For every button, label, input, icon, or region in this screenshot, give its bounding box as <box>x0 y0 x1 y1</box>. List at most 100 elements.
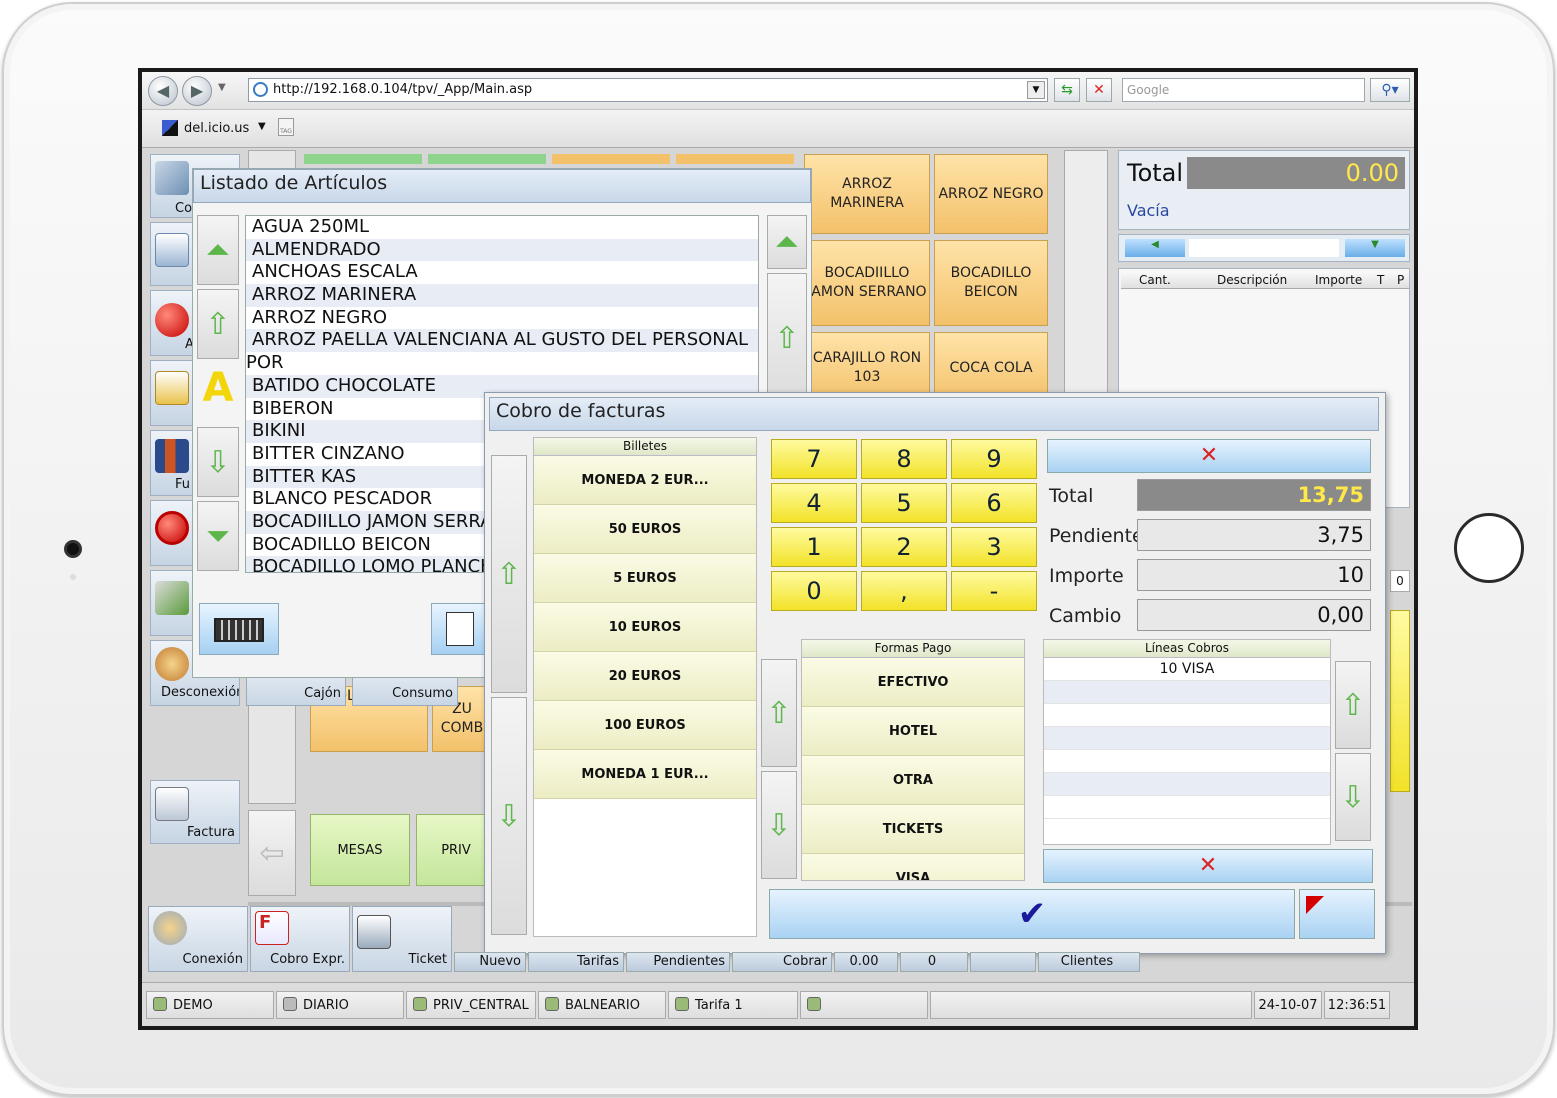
billete-button[interactable]: MONEDA 2 EUR... <box>534 456 756 505</box>
forma-pago-button[interactable]: TICKETS <box>802 805 1024 854</box>
delete-line-button[interactable]: ✕ <box>1043 849 1373 883</box>
forward-icon[interactable]: ▶ <box>182 76 212 106</box>
list-item[interactable]: ARROZ NEGRO <box>246 307 758 330</box>
keypad-key[interactable]: 6 <box>951 483 1037 523</box>
list-item[interactable]: ARROZ PAELLA VALENCIANA AL GUSTO DEL PER… <box>246 329 758 353</box>
formas-down-icon[interactable]: ⇩ <box>761 771 797 879</box>
mesas-button[interactable]: MESAS <box>310 814 410 886</box>
product-tile[interactable]: ARROZ MARINERA <box>804 154 930 234</box>
billete-button[interactable]: 5 EUROS <box>534 554 756 603</box>
bookmark-dropdown-icon[interactable]: ▼ <box>258 121 266 132</box>
billete-button[interactable]: 20 EUROS <box>534 652 756 701</box>
clear-amount-button[interactable]: ✕ <box>1047 439 1371 473</box>
billetes-up-icon[interactable]: ⇧ <box>491 455 527 693</box>
keypad-key[interactable]: 3 <box>951 527 1037 567</box>
products-scroller[interactable] <box>1064 150 1108 400</box>
tag-icon[interactable]: TAG <box>278 118 294 136</box>
category-tab[interactable] <box>676 154 794 164</box>
table-row[interactable] <box>1044 681 1330 704</box>
keypad-key[interactable]: 8 <box>861 439 947 479</box>
conexion-button[interactable]: Conexión <box>148 906 248 972</box>
copy-button[interactable] <box>431 603 491 655</box>
cobro-expr-button[interactable]: F Cobro Expr. <box>250 906 350 972</box>
lineas-down-icon[interactable]: ⇩ <box>1335 753 1371 841</box>
bottom-tab[interactable]: 0.00 <box>834 952 898 972</box>
billete-button[interactable]: 10 EUROS <box>534 603 756 652</box>
bottom-tab[interactable]: Nuevo <box>454 952 526 972</box>
category-tab[interactable] <box>428 154 546 164</box>
scroll-up-icon[interactable]: ⇧ <box>197 289 239 359</box>
lineas-up-icon[interactable]: ⇧ <box>1335 661 1371 749</box>
search-icon[interactable]: ⚲▾ <box>1370 78 1410 102</box>
bottom-tab[interactable]: 0 <box>900 952 968 972</box>
ticket-prev-icon[interactable]: ◀ <box>1125 239 1185 257</box>
table-row[interactable] <box>1044 796 1330 819</box>
bottom-tab[interactable] <box>970 952 1036 972</box>
keypad-key[interactable]: 9 <box>951 439 1037 479</box>
list-up-icon[interactable]: ⇧ <box>767 273 807 403</box>
table-row[interactable]: 10 VISA <box>1044 658 1330 681</box>
category-tab[interactable] <box>552 154 670 164</box>
back-arrow-icon[interactable]: ⇦ <box>248 810 296 896</box>
flag-button[interactable] <box>1299 889 1375 939</box>
back-icon[interactable]: ◀ <box>148 76 178 106</box>
articles-title: Listado de Artículos <box>193 169 811 203</box>
letter-filter[interactable]: A <box>197 365 239 425</box>
billete-button[interactable]: 100 EUROS <box>534 701 756 750</box>
table-row[interactable] <box>1044 750 1330 773</box>
ticket-next-icon[interactable]: ▼ <box>1345 239 1405 257</box>
category-tab[interactable] <box>304 154 422 164</box>
factura-button[interactable]: Factura <box>150 780 240 844</box>
product-tile[interactable]: BOCADILLO BEICON <box>934 240 1048 326</box>
keypad-key[interactable]: 4 <box>771 483 857 523</box>
keypad-key[interactable]: 0 <box>771 571 857 611</box>
list-item[interactable]: ALMENDRADO <box>246 238 758 262</box>
bookmark-link[interactable]: del.icio.us <box>184 121 249 136</box>
billete-button[interactable]: 50 EUROS <box>534 505 756 554</box>
list-item[interactable]: ANCHOAS ESCALA <box>246 261 758 284</box>
billetes-down-icon[interactable]: ⇩ <box>491 697 527 935</box>
stop-icon[interactable]: ✕ <box>1086 78 1112 102</box>
copy-icon <box>446 612 474 646</box>
list-item[interactable]: AGUA 250ML <box>246 216 758 239</box>
formas-up-icon[interactable]: ⇧ <box>761 659 797 767</box>
product-tile[interactable]: ARROZ NEGRO <box>934 154 1048 234</box>
keyboard-button[interactable] <box>199 603 279 655</box>
history-dropdown-icon[interactable]: ▼ <box>218 82 226 93</box>
forma-pago-button[interactable]: VISA <box>802 854 1024 880</box>
ticket-side-keys[interactable] <box>1390 610 1410 792</box>
refresh-icon[interactable]: ⇆ <box>1054 78 1080 102</box>
bottom-tab[interactable]: Pendientes <box>626 952 730 972</box>
importe-value[interactable]: 10 <box>1137 559 1371 591</box>
confirm-button[interactable]: ✔ <box>769 889 1295 939</box>
table-row[interactable] <box>1044 727 1330 750</box>
scroll-top-icon[interactable]: ⏶ <box>197 215 239 285</box>
keypad-key[interactable]: 1 <box>771 527 857 567</box>
bottom-tab[interactable]: Cobrar <box>732 952 832 972</box>
search-input[interactable]: Google <box>1122 78 1365 102</box>
bottom-tab[interactable]: Clientes <box>1038 952 1140 972</box>
list-top-icon[interactable]: ⏶ <box>767 215 807 269</box>
keypad-key[interactable]: 7 <box>771 439 857 479</box>
keypad-key[interactable]: 2 <box>861 527 947 567</box>
status-text: PRIV_CENTRAL <box>433 998 529 1013</box>
list-item[interactable]: POR <box>246 352 758 375</box>
scroll-down-icon[interactable]: ⇩ <box>197 427 239 497</box>
address-bar[interactable]: http://192.168.0.104/tpv/_App/Main.asp ▼ <box>248 78 1048 102</box>
forma-pago-button[interactable]: EFECTIVO <box>802 658 1024 707</box>
forma-pago-button[interactable]: OTRA <box>802 756 1024 805</box>
keypad-key[interactable]: 5 <box>861 483 947 523</box>
bottom-tab[interactable]: Tarifas <box>528 952 624 972</box>
product-tile[interactable]: BOCADIILLO JAMON SERRANO <box>804 240 930 326</box>
home-button[interactable] <box>1454 513 1524 583</box>
address-dropdown-icon[interactable]: ▼ <box>1027 81 1045 99</box>
scroll-bottom-icon[interactable]: ⏷ <box>197 501 239 571</box>
list-item[interactable]: ARROZ MARINERA <box>246 284 758 307</box>
keypad-key[interactable]: - <box>951 571 1037 611</box>
ticket-button[interactable]: Ticket <box>352 906 452 972</box>
table-row[interactable] <box>1044 773 1330 796</box>
keypad-key[interactable]: , <box>861 571 947 611</box>
billete-button[interactable]: MONEDA 1 EUR... <box>534 750 756 799</box>
forma-pago-button[interactable]: HOTEL <box>802 707 1024 756</box>
table-row[interactable] <box>1044 704 1330 727</box>
